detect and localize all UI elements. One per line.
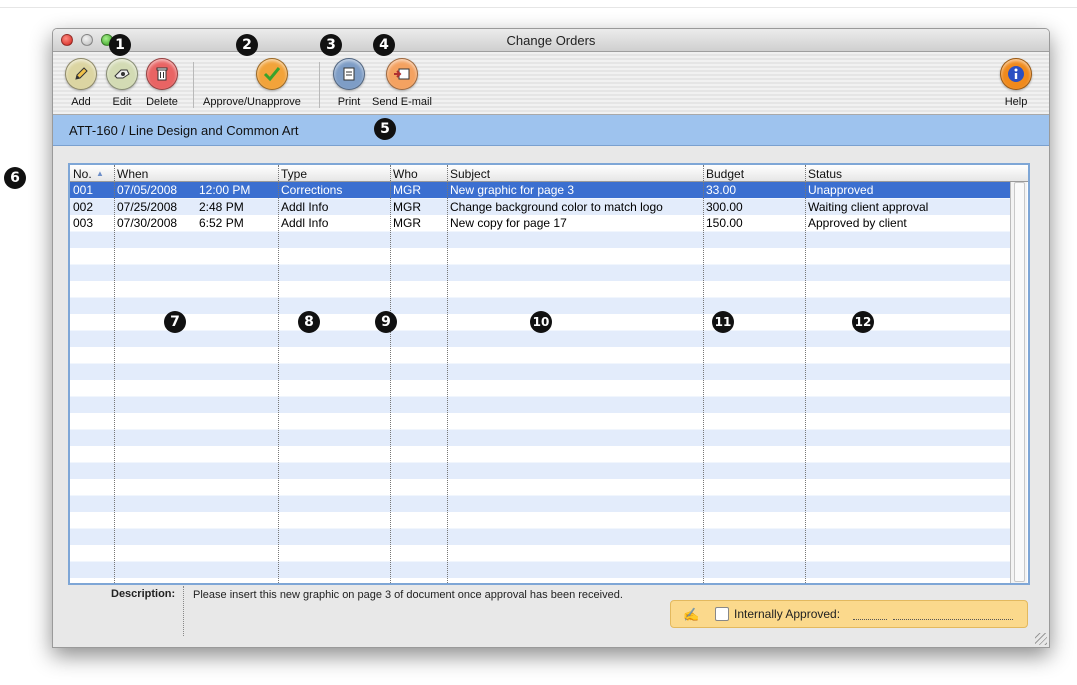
title-bar: Change Orders — [53, 29, 1049, 52]
cell-who: MGR — [393, 183, 421, 197]
checkmark-icon — [255, 58, 288, 90]
callout-3: 3 — [320, 34, 342, 56]
cell-type: Corrections — [281, 183, 343, 197]
table-row[interactable]: 002 07/25/2008 2:48 PM Addl Info MGR Cha… — [70, 199, 1010, 215]
email-icon — [385, 58, 418, 90]
callout-4: 4 — [373, 34, 395, 56]
signature-icon: ✍ — [683, 607, 700, 622]
column-header-when[interactable]: When — [117, 167, 148, 181]
cell-date: 07/05/2008 — [117, 183, 178, 197]
cell-date: 07/25/2008 — [117, 199, 178, 214]
column-divider — [447, 165, 448, 583]
window-title: Change Orders — [506, 33, 596, 48]
toolbar: Add Edit Delete Approve/Unapprove Print … — [53, 52, 1049, 115]
callout-11: 11 — [712, 311, 734, 333]
top-divider — [0, 7, 1077, 8]
trash-icon — [146, 58, 178, 90]
cell-type: Addl Info — [281, 199, 329, 214]
cell-date: 07/30/2008 — [117, 216, 178, 230]
print-button[interactable]: Print — [333, 58, 365, 108]
cell-time: 6:52 PM — [199, 216, 244, 230]
callout-9: 9 — [375, 311, 397, 333]
cell-who: MGR — [393, 199, 421, 214]
internal-approval-panel: ✍ Internally Approved: — [670, 600, 1028, 628]
column-divider — [390, 165, 391, 583]
approve-unapprove-label: Approve/Unapprove — [203, 96, 301, 108]
cell-time: 12:00 PM — [199, 183, 251, 197]
project-header: ATT-160 / Line Design and Common Art — [53, 115, 1049, 146]
cell-subject: Change background color to match logo — [450, 199, 663, 214]
table-header: No. ▲ When Type Who Subject Budget Statu… — [70, 165, 1028, 182]
vertical-scrollbar[interactable] — [1010, 182, 1027, 583]
print-label: Print — [337, 96, 361, 108]
callout-8: 8 — [298, 311, 320, 333]
edit-icon — [106, 58, 138, 90]
cell-status: Approved by client — [808, 216, 907, 230]
cell-status: Unapproved — [808, 183, 874, 197]
callout-6: 6 — [4, 167, 26, 189]
print-icon — [333, 58, 365, 90]
send-email-label: Send E-mail — [372, 96, 432, 108]
column-divider — [703, 165, 704, 583]
cell-who: MGR — [393, 216, 421, 230]
column-header-budget[interactable]: Budget — [706, 167, 744, 181]
send-email-button[interactable]: Send E-mail — [372, 58, 432, 108]
column-header-type[interactable]: Type — [281, 167, 307, 181]
pencil-icon — [65, 58, 97, 90]
change-orders-window: Change Orders Add Edit Delete Approve/Un… — [52, 28, 1050, 648]
callout-1: 1 — [109, 34, 131, 56]
toolbar-separator — [193, 62, 194, 108]
delete-button[interactable]: Delete — [146, 58, 178, 108]
cell-no: 002 — [73, 199, 94, 214]
cell-subject: New graphic for page 3 — [450, 183, 575, 197]
callout-7: 7 — [164, 311, 186, 333]
edit-label: Edit — [112, 96, 132, 108]
internally-approved-label: Internally Approved: — [734, 607, 841, 621]
project-title: ATT-160 / Line Design and Common Art — [69, 123, 299, 138]
column-header-status[interactable]: Status — [808, 167, 842, 181]
edit-button[interactable]: Edit — [106, 58, 138, 108]
callout-10: 10 — [530, 311, 552, 333]
approval-initials-field[interactable] — [853, 619, 887, 620]
column-divider — [114, 165, 115, 583]
scrollbar-track[interactable] — [1014, 182, 1025, 582]
description-label: Description: — [111, 588, 176, 600]
description-divider — [183, 586, 184, 636]
resize-grip[interactable] — [1035, 633, 1047, 645]
internally-approved-checkbox[interactable] — [715, 607, 729, 621]
approval-date-field[interactable] — [893, 619, 1013, 620]
add-label: Add — [71, 96, 91, 108]
column-header-who[interactable]: Who — [393, 167, 418, 181]
cell-subject: New copy for page 17 — [450, 216, 567, 230]
cell-budget: 150.00 — [706, 216, 743, 230]
help-button[interactable]: Help — [1000, 58, 1032, 108]
column-header-subject[interactable]: Subject — [450, 167, 490, 181]
change-orders-table: No. ▲ When Type Who Subject Budget Statu… — [68, 163, 1030, 585]
toolbar-separator — [319, 62, 320, 108]
callout-5: 5 — [374, 118, 396, 140]
column-header-no[interactable]: No. — [73, 167, 92, 181]
delete-label: Delete — [146, 96, 178, 108]
table-row[interactable]: 003 07/30/2008 6:52 PM Addl Info MGR New… — [70, 215, 1010, 231]
callout-12: 12 — [852, 311, 874, 333]
cell-budget: 300.00 — [706, 199, 743, 214]
column-divider — [805, 165, 806, 583]
description-text: Please insert this new graphic on page 3… — [193, 589, 623, 601]
cell-no: 003 — [73, 216, 94, 230]
table-body: 001 07/05/2008 12:00 PM Corrections MGR … — [70, 182, 1010, 583]
cell-budget: 33.00 — [706, 183, 737, 197]
sort-ascending-icon: ▲ — [96, 169, 104, 178]
add-button[interactable]: Add — [65, 58, 97, 108]
help-label: Help — [1004, 96, 1028, 108]
cell-status: Waiting client approval — [808, 199, 929, 214]
column-divider — [278, 165, 279, 583]
cell-no: 001 — [73, 183, 94, 197]
table-row[interactable]: 001 07/05/2008 12:00 PM Corrections MGR … — [70, 182, 1010, 198]
info-icon — [1000, 58, 1032, 90]
cell-type: Addl Info — [281, 216, 329, 230]
approve-unapprove-button[interactable]: Approve/Unapprove — [203, 58, 301, 108]
cell-time: 2:48 PM — [199, 199, 244, 214]
callout-2: 2 — [236, 34, 258, 56]
